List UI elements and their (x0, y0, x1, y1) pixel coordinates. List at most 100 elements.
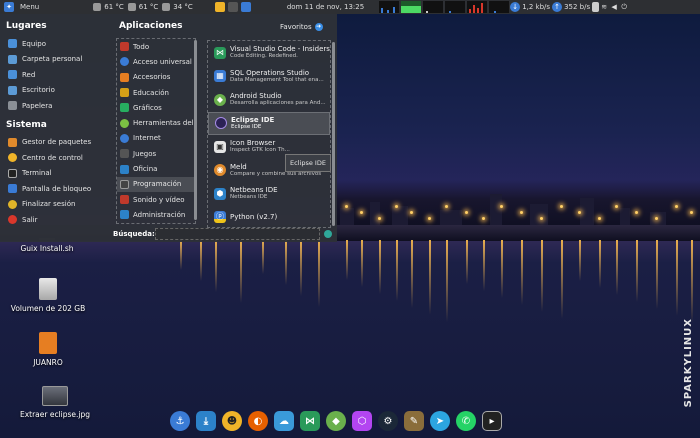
menu-launcher-icon: ✦ (4, 2, 14, 12)
category-educacion[interactable]: Educación (117, 85, 195, 100)
app-item-netbeans[interactable]: ⬢ Netbeans IDE Netbeans IDE (208, 182, 330, 206)
category-scrollbar[interactable] (194, 40, 197, 220)
light-reflection (446, 240, 448, 322)
android-studio-icon: ◆ (214, 93, 226, 106)
system-item-pantalla-bloqueo[interactable]: Pantalla de bloqueo (0, 181, 112, 197)
computer-icon (8, 39, 17, 49)
clipboard-icon[interactable] (592, 2, 600, 12)
category-acceso-universal[interactable]: Acceso universal (117, 54, 195, 69)
system-item-finalizar-sesion[interactable]: Finalizar sesión (0, 197, 112, 213)
category-todo[interactable]: Todo (117, 39, 195, 54)
screenshot-applet-icon[interactable] (240, 2, 251, 12)
category-label: Juegos (133, 149, 157, 158)
light-reflection (215, 240, 217, 292)
city-light (578, 211, 581, 214)
place-item-papelera[interactable]: Papelera (0, 98, 112, 114)
app-item-vscode-insiders[interactable]: ⋈ Visual Studio Code - Insiders Code Edit… (208, 41, 330, 65)
system-label: Terminal (22, 169, 52, 178)
penguin-icon[interactable]: ☻ (222, 411, 242, 431)
vscode-icon[interactable]: ⋈ (300, 411, 320, 431)
category-programacion[interactable]: Programación (117, 176, 195, 192)
light-reflection (200, 240, 202, 281)
app-name: Visual Studio Code - Insiders (230, 45, 330, 54)
place-item-red[interactable]: Red (0, 67, 112, 83)
download-speed-icon: ↓ (510, 2, 521, 12)
place-label: Papelera (22, 101, 53, 110)
system-item-centro-control[interactable]: Centro de control (0, 150, 112, 166)
gimp-icon[interactable]: ✎ (404, 411, 424, 431)
app-item-sql-operations-studio[interactable]: ▦ SQL Operations Studio Data Management T… (208, 65, 330, 89)
city-light (465, 211, 468, 214)
category-oficina[interactable]: Oficina (117, 161, 195, 176)
category-internet[interactable]: Internet (117, 131, 195, 146)
power-menu-icon[interactable]: ⏻ (619, 2, 629, 12)
android-studio-icon[interactable]: ◆ (326, 411, 346, 431)
favorites-label: Favoritos (280, 23, 312, 31)
whatsapp-icon[interactable]: ✆ (456, 411, 476, 431)
system-item-salir[interactable]: Salir (0, 212, 112, 228)
volume-icon[interactable]: ◀ (609, 2, 619, 12)
anchor-icon[interactable]: ⚓ (170, 411, 190, 431)
menu-button-label: Menu (20, 3, 40, 11)
package-manager-icon (8, 137, 17, 147)
wifi-icon[interactable]: ≋ (599, 2, 609, 12)
notes-applet-icon[interactable] (214, 2, 225, 12)
tooltip: Eclipse IDE (285, 154, 331, 172)
place-item-equipo[interactable]: Equipo (0, 36, 112, 52)
search-input[interactable] (155, 228, 320, 240)
terminal-icon (8, 168, 17, 178)
place-item-escritorio[interactable]: Escritorio (0, 83, 112, 99)
desktop-icon-label: Extraer eclipse.jpg (19, 410, 91, 419)
place-label: Equipo (22, 39, 46, 48)
temp-value: 61 °C (104, 3, 124, 11)
system-item-gestor-paquetes[interactable]: Gestor de paquetes (0, 135, 112, 151)
desktop-icon-volume[interactable]: Volumen de 202 GB (3, 278, 93, 313)
multimedia-icon (120, 195, 129, 205)
app-name: Icon Browser (230, 139, 276, 148)
app-item-eclipse-ide[interactable]: Eclipse IDE Eclipse IDE (208, 111, 330, 135)
downloads-icon[interactable]: ⤓ (196, 411, 216, 431)
menu-button[interactable]: ✦ Menu (0, 0, 41, 14)
category-label: Herramientas del. (133, 119, 196, 128)
telegram-icon[interactable]: ➤ (430, 411, 450, 431)
clock[interactable]: dom 11 de nov, 13:25 (285, 0, 366, 14)
city-light (360, 211, 363, 214)
network-icon (8, 70, 17, 80)
category-juegos[interactable]: Juegos (117, 146, 195, 161)
light-reflection (501, 240, 503, 298)
workspace-applet-icon[interactable] (227, 2, 238, 12)
category-graficos[interactable]: Gráficos (117, 100, 195, 115)
app-name: SQL Operations Studio (230, 68, 310, 77)
app-item-android-studio[interactable]: ◆ Android Studio Desarrolla aplicaciones … (208, 88, 330, 112)
cpu-chip-icon (127, 3, 136, 11)
net-down-speed: 1,2 kb/s (522, 3, 551, 11)
category-list: Todo Acceso universal Accesorios Educaci… (116, 38, 196, 224)
city-light (675, 205, 678, 208)
place-item-carpeta-personal[interactable]: Carpeta personal (0, 52, 112, 68)
system-item-terminal[interactable]: Terminal (0, 166, 112, 182)
light-reflection (240, 240, 242, 303)
network-graph (445, 1, 466, 13)
cloud-sync-icon[interactable]: ☁ (274, 411, 294, 431)
category-accesorios[interactable]: Accesorios (117, 70, 195, 85)
app-name: Eclipse IDE (231, 115, 275, 124)
steam-icon[interactable]: ⚙ (378, 411, 398, 431)
category-herramientas[interactable]: Herramientas del. (117, 115, 195, 130)
category-administracion[interactable]: Administración (117, 207, 195, 222)
city-light (428, 217, 431, 220)
trash-icon (8, 101, 17, 111)
desktop-icon-extraer-eclipse[interactable]: Extraer eclipse.jpg (10, 386, 100, 419)
apps-scrollbar[interactable] (332, 42, 335, 226)
app-item-python[interactable]: ⓟ Python (v2.7) (208, 206, 330, 228)
firefox-icon[interactable]: ◐ (248, 411, 268, 431)
city-light (500, 205, 503, 208)
city-light (540, 217, 543, 220)
desktop-icon-juanro[interactable]: JUANRO (3, 332, 93, 367)
phpstorm-icon[interactable]: ⬡ (352, 411, 372, 431)
places-title: Lugares (6, 21, 47, 31)
favorites-button[interactable]: Favoritos ➜ (280, 23, 323, 31)
terminal-icon[interactable]: ▸ (482, 411, 502, 431)
light-reflection (483, 240, 485, 291)
search-icon[interactable] (324, 230, 332, 238)
category-sonido-video[interactable]: Sonido y vídeo (117, 192, 195, 207)
